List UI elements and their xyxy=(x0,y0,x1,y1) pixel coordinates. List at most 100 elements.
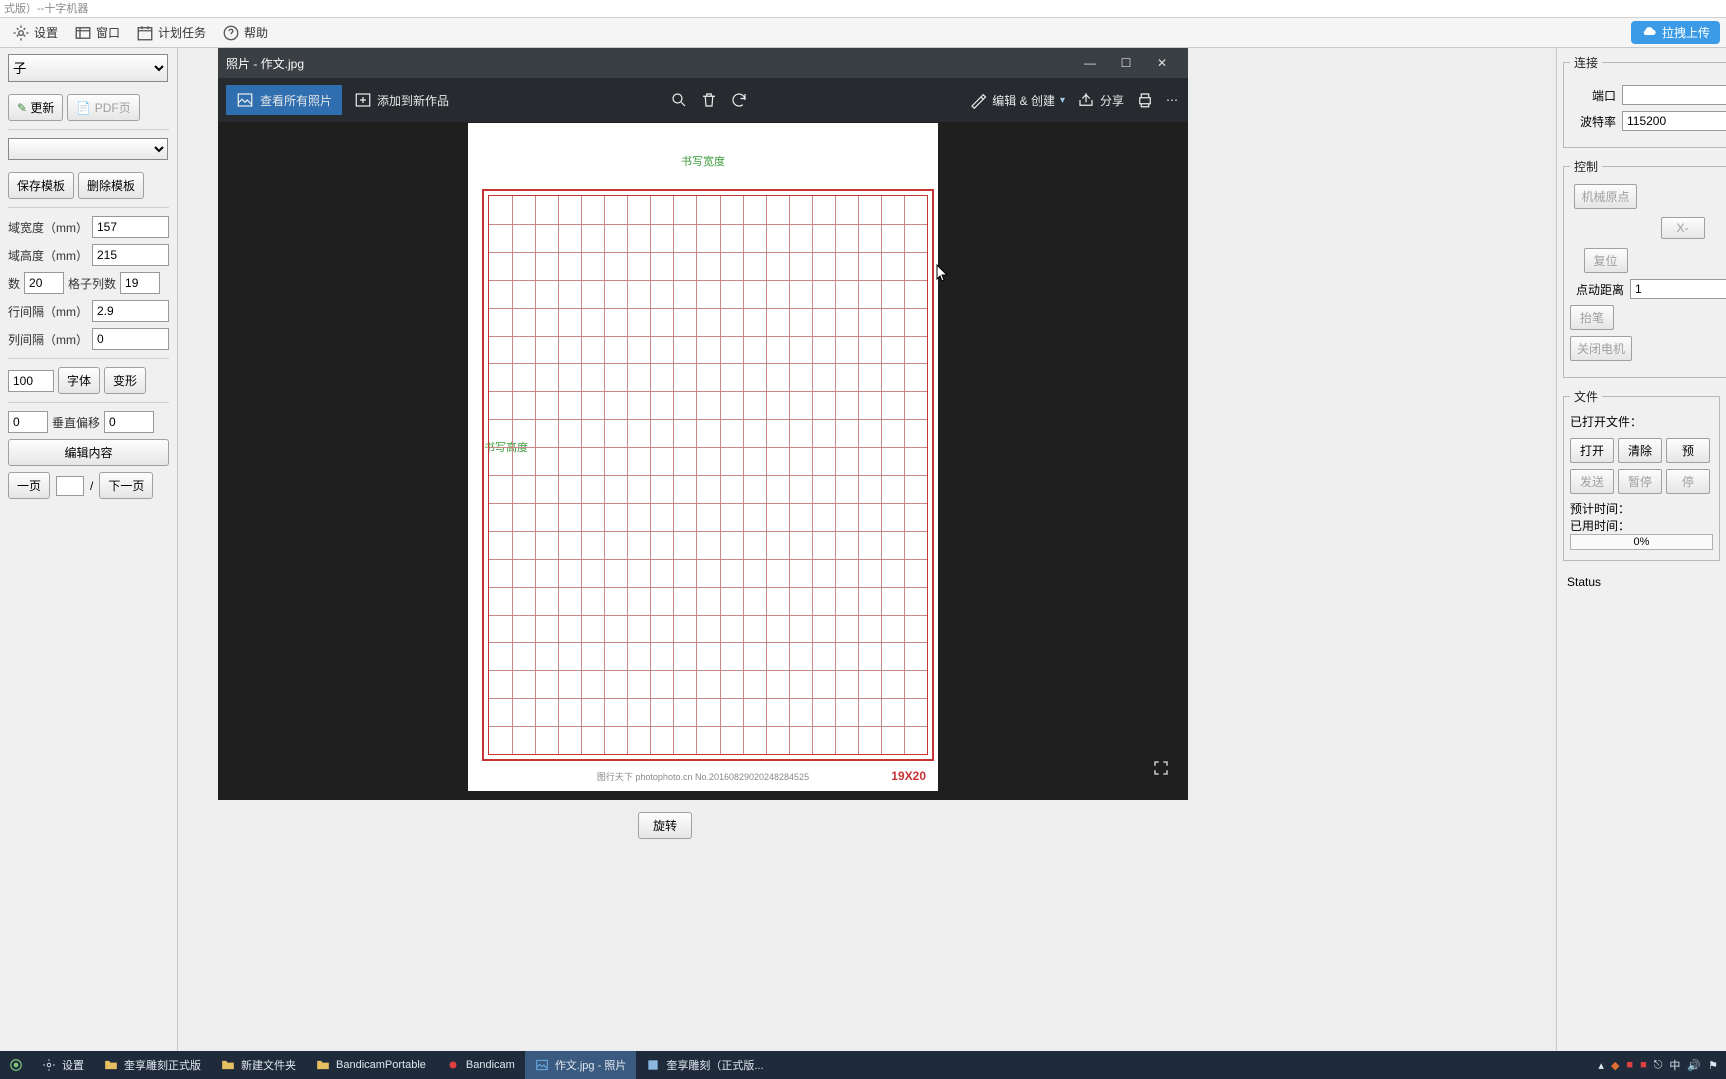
photos-toolbar: 查看所有照片 添加到新作品 编辑 & 创建▾ 分享 xyxy=(218,78,1188,122)
width-input[interactable] xyxy=(92,216,169,238)
pause-button[interactable]: 暂停 xyxy=(1618,469,1662,494)
left-panel: 子 ✎ 更新 📄 PDF页 保存模板 删除模板 域宽度（mm） 域高度（mm） … xyxy=(0,48,178,1051)
preview-button[interactable]: 预 xyxy=(1666,438,1710,463)
update-button[interactable]: ✎ 更新 xyxy=(8,94,63,121)
status-label: Status xyxy=(1563,571,1720,593)
height-input[interactable] xyxy=(92,244,169,266)
photo-viewport[interactable]: 书写宽度 书写高度 19X20 图行天下 photophoto.cn No.20… xyxy=(218,122,1188,800)
taskbar-item-5[interactable]: 作文.jpg - 照片 xyxy=(525,1051,637,1079)
baud-input[interactable] xyxy=(1622,111,1726,131)
prev-page-button[interactable]: 一页 xyxy=(8,472,50,499)
x-minus-button[interactable]: X- xyxy=(1661,217,1705,239)
font-size-input[interactable] xyxy=(8,370,54,392)
motor-off-button[interactable]: 关闭电机 xyxy=(1570,336,1632,361)
zoom-button[interactable] xyxy=(670,91,688,109)
menu-help[interactable]: 帮助 xyxy=(216,21,274,45)
share-button[interactable]: 分享 xyxy=(1077,91,1124,109)
port-input[interactable] xyxy=(1622,85,1726,105)
help-icon xyxy=(222,24,240,42)
save-template-button[interactable]: 保存模板 xyxy=(8,172,74,199)
taskbar-item-4[interactable]: Bandicam xyxy=(436,1051,525,1079)
pen-up-button[interactable]: 抬笔 xyxy=(1570,305,1614,330)
photos-window: 照片 - 作文.jpg — ☐ ✕ 查看所有照片 添加到新作品 xyxy=(218,48,1188,800)
send-button[interactable]: 发送 xyxy=(1570,469,1614,494)
font-button[interactable]: 字体 xyxy=(58,367,100,394)
open-button[interactable]: 打开 xyxy=(1570,438,1614,463)
tray-lang[interactable]: 中 xyxy=(1669,1057,1680,1073)
app-title: 式版）--十字机器 xyxy=(4,3,88,15)
origin-button[interactable]: 机械原点 xyxy=(1574,184,1636,209)
col-gap-input[interactable] xyxy=(92,328,169,350)
system-tray[interactable]: ▴ ◆ ■ ■ ⎋ 中 🔊 ⚑ xyxy=(1590,1057,1726,1073)
print-button[interactable] xyxy=(1136,91,1154,109)
share-icon xyxy=(1077,91,1095,109)
taskbar-settings[interactable]: 设置 xyxy=(32,1051,94,1079)
start-button[interactable] xyxy=(0,1051,32,1079)
rows-input[interactable] xyxy=(24,272,64,294)
menu-tasks[interactable]: 计划任务 xyxy=(130,21,212,45)
fullscreen-button[interactable] xyxy=(1152,759,1170,782)
stop-button[interactable]: 停 xyxy=(1666,469,1710,494)
col-gap-label: 列间隔（mm） xyxy=(8,331,88,348)
chevron-down-icon: ▾ xyxy=(1060,95,1065,106)
cols-input[interactable] xyxy=(120,272,160,294)
cloud-upload-button[interactable]: 拉拽上传 xyxy=(1631,21,1720,44)
rotate-button[interactable]: 旋转 xyxy=(638,812,692,839)
edit-content-button[interactable]: 编辑内容 xyxy=(8,439,169,466)
next-page-button[interactable]: 下一页 xyxy=(99,472,153,499)
jog-input[interactable] xyxy=(1630,279,1726,299)
image-icon xyxy=(236,91,254,109)
tray-icon[interactable]: ▴ xyxy=(1598,1059,1604,1072)
wand-icon xyxy=(969,91,987,109)
tray-icon[interactable]: ⎋ xyxy=(1654,1059,1663,1072)
volume-icon[interactable]: 🔊 xyxy=(1687,1059,1701,1072)
page-sep: / xyxy=(90,479,93,493)
page-image: 书写宽度 书写高度 19X20 图行天下 photophoto.cn No.20… xyxy=(468,123,938,791)
page-input[interactable] xyxy=(56,476,84,496)
menu-window[interactable]: 窗口 xyxy=(68,21,126,45)
window-icon xyxy=(74,24,92,42)
print-icon xyxy=(1136,91,1154,109)
deform-button[interactable]: 变形 xyxy=(104,367,146,394)
rotate-icon-button[interactable] xyxy=(730,91,748,109)
template-combo[interactable] xyxy=(8,138,168,160)
row-gap-input[interactable] xyxy=(92,300,169,322)
v-offset-label: 垂直偏移 xyxy=(52,414,100,431)
edit-create-button[interactable]: 编辑 & 创建▾ xyxy=(969,91,1065,109)
tray-icon[interactable]: ■ xyxy=(1640,1059,1647,1071)
taskbar-item-6[interactable]: 奎享雕刻（正式版... xyxy=(636,1051,773,1079)
tray-icon[interactable]: ⚑ xyxy=(1708,1059,1718,1072)
add-to-work-button[interactable]: 添加到新作品 xyxy=(354,91,449,109)
center-area: 照片 - 作文.jpg — ☐ ✕ 查看所有照片 添加到新作品 xyxy=(178,48,1556,1051)
cols-label: 格子列数 xyxy=(68,275,116,292)
menu-settings[interactable]: 设置 xyxy=(6,21,64,45)
used-time-label: 已用时间： xyxy=(1570,517,1713,534)
right-panel: 连接 端口 波特率 控制 机械原点 Y+ X- 复位 Y- 点动距离 抬笔落笔 … xyxy=(1556,48,1726,1051)
v-offset-input[interactable] xyxy=(104,411,154,433)
photos-titlebar[interactable]: 照片 - 作文.jpg — ☐ ✕ xyxy=(218,48,1188,78)
tray-icon[interactable]: ◆ xyxy=(1611,1059,1619,1072)
gear-icon xyxy=(12,24,30,42)
close-button[interactable]: ✕ xyxy=(1144,56,1180,70)
taskbar-item-1[interactable]: 奎享雕刻正式版 xyxy=(94,1051,211,1079)
trash-icon xyxy=(700,91,718,109)
tray-icon[interactable]: ■ xyxy=(1626,1059,1633,1071)
maximize-button[interactable]: ☐ xyxy=(1108,56,1144,70)
est-time-label: 预计时间： xyxy=(1570,500,1713,517)
delete-button[interactable] xyxy=(700,91,718,109)
h-offset-input[interactable] xyxy=(8,411,48,433)
taskbar-item-2[interactable]: 新建文件夹 xyxy=(211,1051,306,1079)
pdf-page-button[interactable]: 📄 PDF页 xyxy=(67,94,139,121)
view-all-tab[interactable]: 查看所有照片 xyxy=(226,85,342,115)
calendar-icon xyxy=(136,24,154,42)
more-button[interactable]: ⋯ xyxy=(1166,93,1180,107)
folder-icon xyxy=(104,1058,118,1072)
top-combo[interactable]: 子 xyxy=(8,54,168,82)
jog-label: 点动距离 xyxy=(1570,281,1624,298)
minimize-button[interactable]: — xyxy=(1072,56,1108,70)
home-button[interactable]: 复位 xyxy=(1584,248,1628,273)
write-width-caption: 书写宽度 xyxy=(468,153,938,169)
delete-template-button[interactable]: 删除模板 xyxy=(78,172,144,199)
taskbar-item-3[interactable]: BandicamPortable xyxy=(306,1051,436,1079)
clear-button[interactable]: 清除 xyxy=(1618,438,1662,463)
